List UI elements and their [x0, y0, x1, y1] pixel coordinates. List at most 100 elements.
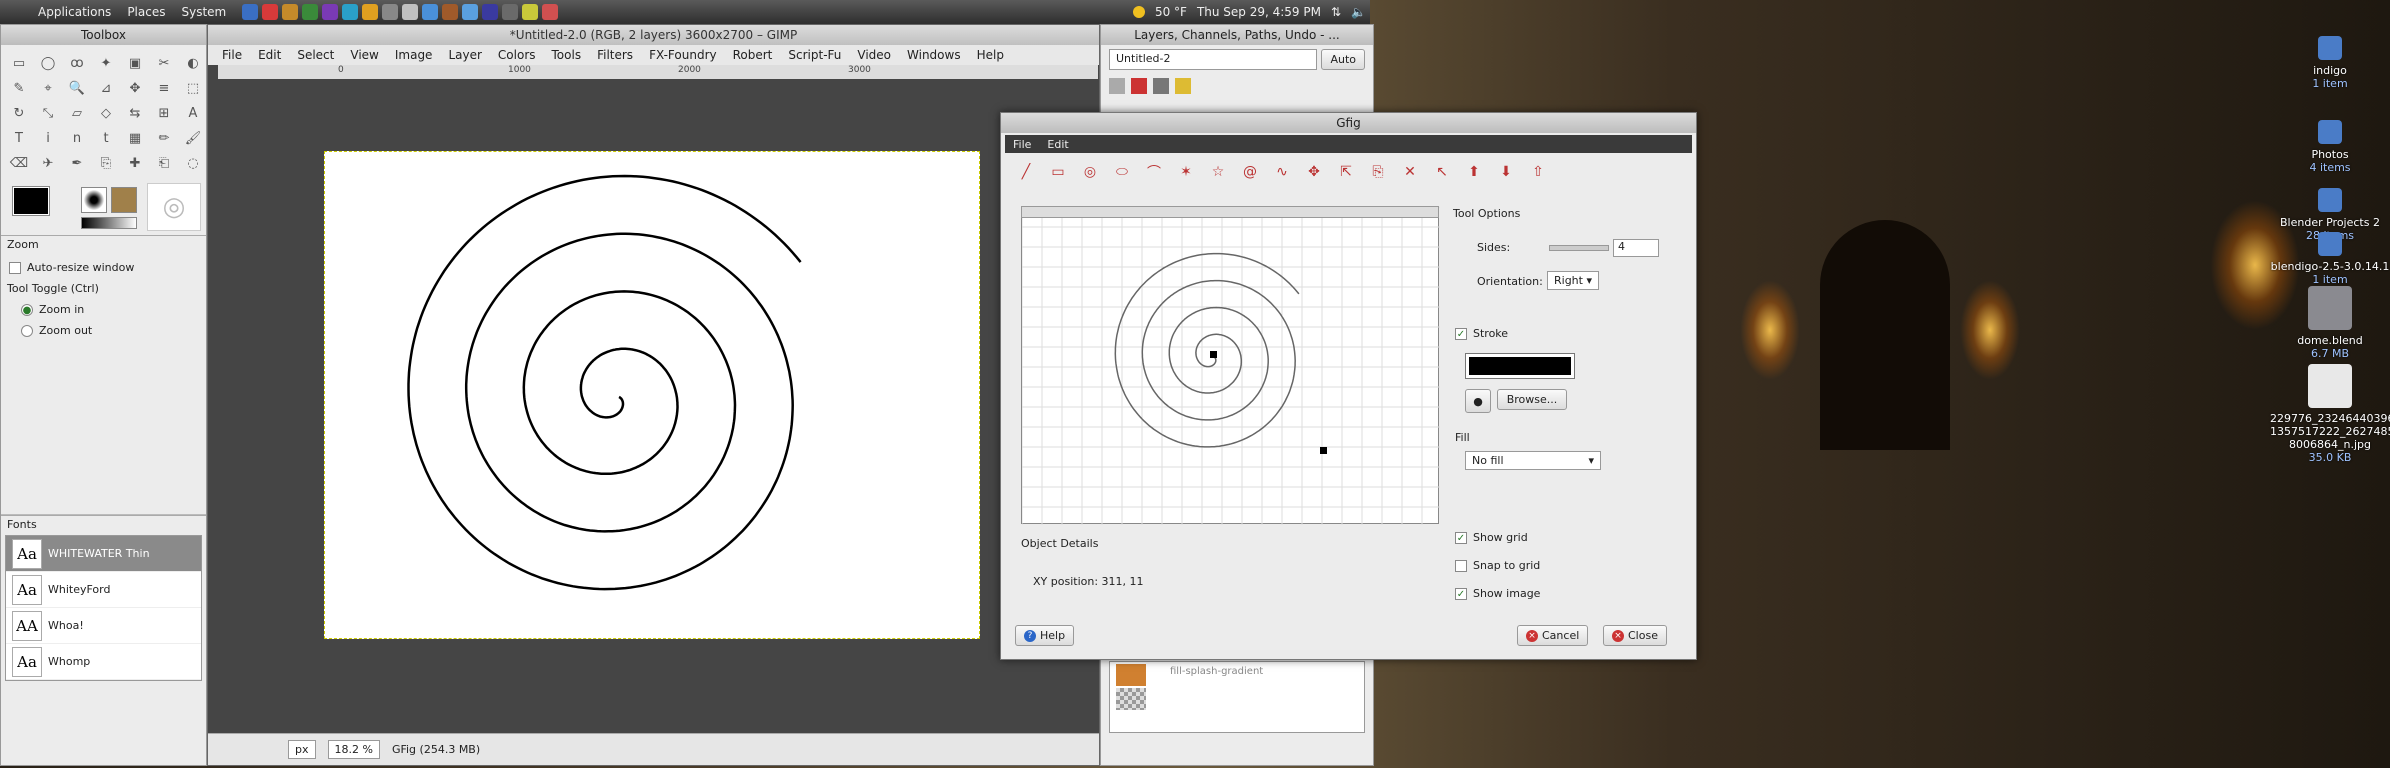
align-icon[interactable]: ≡: [152, 76, 176, 100]
dodge-icon[interactable]: ⎗: [152, 151, 176, 175]
pencil-icon[interactable]: n: [65, 126, 89, 150]
desktop-icon[interactable]: Photos 4 items: [2270, 120, 2390, 174]
font-list-item[interactable]: Aa WHITEWATER Thin: [6, 536, 201, 572]
orientation-select[interactable]: Right ▾: [1547, 271, 1599, 290]
layer-thumb[interactable]: [1116, 664, 1146, 686]
launcher-icon[interactable]: [462, 4, 479, 20]
move-icon[interactable]: ✥: [123, 76, 147, 100]
clone-icon[interactable]: ⌫: [7, 151, 31, 175]
menu-view[interactable]: View: [342, 48, 386, 62]
launcher-icon[interactable]: [442, 4, 459, 20]
font-list-item[interactable]: Aa WhiteyFord: [6, 572, 201, 608]
font-list-item[interactable]: AA Whoa!: [6, 608, 201, 644]
airbrush-icon[interactable]: ✏: [152, 126, 176, 150]
desktop-icon[interactable]: indigo 1 item: [2270, 36, 2390, 90]
menu-robert[interactable]: Robert: [725, 48, 781, 62]
applications-menu[interactable]: Applications: [0, 5, 119, 19]
gradient-preview[interactable]: [81, 217, 137, 229]
select-icon[interactable]: ↖: [1431, 161, 1453, 183]
foreground-color[interactable]: [12, 186, 50, 216]
auto-resize-checkbox[interactable]: Auto-resize window: [9, 257, 198, 278]
cancel-button[interactable]: × Cancel: [1517, 625, 1589, 646]
stroke-checkbox[interactable]: ✓ Stroke: [1455, 327, 1508, 340]
eraser-icon[interactable]: ▦: [123, 126, 147, 150]
bucket-fill-icon[interactable]: T: [7, 126, 31, 150]
color-picker-icon[interactable]: ⌖: [36, 76, 60, 100]
sides-slider[interactable]: [1549, 245, 1609, 251]
sides-spinbutton[interactable]: 4: [1613, 239, 1659, 257]
brush-button[interactable]: ●: [1465, 389, 1491, 413]
menu-windows[interactable]: Windows: [899, 48, 969, 62]
menu-file[interactable]: File: [214, 48, 250, 62]
crop-icon[interactable]: ⬚: [181, 76, 205, 100]
font-list-item[interactable]: Aa Whomp: [6, 644, 201, 680]
launcher-icon[interactable]: [322, 4, 339, 20]
channels-tab-icon[interactable]: [1131, 78, 1147, 94]
layer-thumb[interactable]: [1116, 688, 1146, 710]
launcher-icon[interactable]: [422, 4, 439, 20]
launcher-icon[interactable]: [342, 4, 359, 20]
shear-icon[interactable]: ▱: [65, 101, 89, 125]
rect-select-icon[interactable]: ▭: [7, 51, 31, 75]
move-object-icon[interactable]: ✥: [1303, 161, 1325, 183]
auto-button[interactable]: Auto: [1321, 49, 1365, 70]
launcher-icon[interactable]: [482, 4, 499, 20]
spiral-icon[interactable]: @: [1239, 161, 1261, 183]
menu-video[interactable]: Video: [849, 48, 899, 62]
rotate-icon[interactable]: ↻: [7, 101, 31, 125]
weather-text[interactable]: 50 °F: [1155, 5, 1187, 19]
gimp-icon[interactable]: ◌: [181, 151, 205, 175]
menu-filters[interactable]: Filters: [589, 48, 641, 62]
perspective-icon[interactable]: ◇: [94, 101, 118, 125]
rectangle-icon[interactable]: ▭: [1047, 161, 1069, 183]
smudge-icon[interactable]: ✚: [123, 151, 147, 175]
menu-tools[interactable]: Tools: [544, 48, 590, 62]
desktop-icon[interactable]: dome.blend 6.7 MB: [2270, 286, 2390, 360]
paths-tab-icon[interactable]: [1153, 78, 1169, 94]
zoom-in-radio[interactable]: ● Zoom in: [9, 299, 198, 320]
brush-preview[interactable]: [81, 187, 107, 213]
ink-icon[interactable]: 🖌: [181, 126, 205, 150]
pattern-preview[interactable]: [111, 187, 137, 213]
scale-icon[interactable]: ⤡: [36, 101, 60, 125]
launcher-icon[interactable]: [382, 4, 399, 20]
copy-object-icon[interactable]: ⎘: [1367, 161, 1389, 183]
circle-icon[interactable]: ◎: [1079, 161, 1101, 183]
paths-icon[interactable]: ✎: [7, 76, 31, 100]
lower-icon[interactable]: ⬇: [1495, 161, 1517, 183]
free-select-icon[interactable]: ꝏ: [65, 51, 89, 75]
launcher-icon[interactable]: [542, 4, 559, 20]
desktop-icon[interactable]: blendigo-2.5-3.0.14.1 1 item: [2270, 232, 2390, 286]
raise-icon[interactable]: ⬆: [1463, 161, 1485, 183]
menu-image[interactable]: Image: [387, 48, 441, 62]
launcher-icon[interactable]: [242, 4, 259, 20]
clock[interactable]: Thu Sep 29, 4:59 PM: [1197, 5, 1321, 19]
network-icon[interactable]: ⇅: [1331, 5, 1341, 19]
launcher-icon[interactable]: [522, 4, 539, 20]
menu-colors[interactable]: Colors: [490, 48, 544, 62]
system-menu[interactable]: System: [173, 5, 234, 19]
places-menu[interactable]: Places: [119, 5, 173, 19]
stroke-color-button[interactable]: [1465, 353, 1575, 379]
launcher-icon[interactable]: [362, 4, 379, 20]
volume-icon[interactable]: 🔈: [1351, 5, 1366, 19]
bezier-icon[interactable]: ∿: [1271, 161, 1293, 183]
gfig-edit-menu[interactable]: Edit: [1039, 138, 1076, 151]
help-button[interactable]: ? Help: [1015, 625, 1075, 646]
paintbrush-icon[interactable]: t: [94, 126, 118, 150]
cage-icon[interactable]: ⊞: [152, 101, 176, 125]
browse-button[interactable]: Browse...: [1497, 389, 1567, 410]
launcher-icon[interactable]: [402, 4, 419, 20]
show-grid-checkbox[interactable]: ✓ Show grid: [1455, 531, 1528, 544]
launcher-icon[interactable]: [282, 4, 299, 20]
close-button[interactable]: × Close: [1603, 625, 1667, 646]
menu-select[interactable]: Select: [289, 48, 342, 62]
perspective-clone-icon[interactable]: ✒: [65, 151, 89, 175]
ellipse-select-icon[interactable]: ◯: [36, 51, 60, 75]
image-canvas[interactable]: [324, 151, 980, 639]
menu-edit[interactable]: Edit: [250, 48, 289, 62]
delete-object-icon[interactable]: ✕: [1399, 161, 1421, 183]
scissors-icon[interactable]: ✂: [152, 51, 176, 75]
blend-icon[interactable]: i: [36, 126, 60, 150]
star-icon[interactable]: ☆: [1207, 161, 1229, 183]
